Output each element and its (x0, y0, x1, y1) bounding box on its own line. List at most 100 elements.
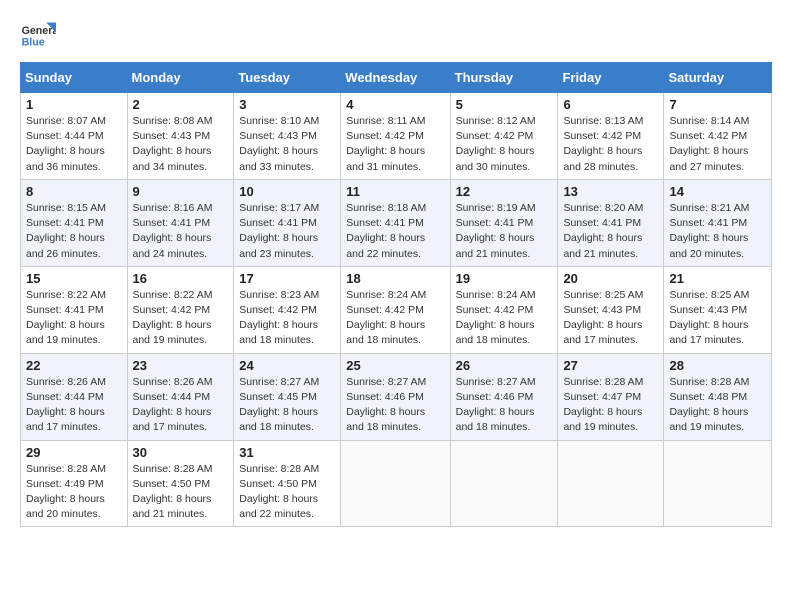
calendar-cell: 22Sunrise: 8:26 AM Sunset: 4:44 PM Dayli… (21, 353, 128, 440)
day-number: 10 (239, 184, 335, 199)
day-number: 29 (26, 445, 122, 460)
day-number: 11 (346, 184, 444, 199)
calendar-cell: 24Sunrise: 8:27 AM Sunset: 4:45 PM Dayli… (234, 353, 341, 440)
day-number: 5 (456, 97, 553, 112)
cell-details: Sunrise: 8:19 AM Sunset: 4:41 PM Dayligh… (456, 201, 553, 262)
day-number: 21 (669, 271, 766, 286)
calendar-cell: 29 Sunrise: 8:28 AM Sunset: 4:49 PM Dayli… (21, 440, 128, 527)
calendar-header-wednesday: Wednesday (341, 63, 450, 93)
calendar-header-sunday: Sunday (21, 63, 128, 93)
calendar-cell: 16Sunrise: 8:22 AM Sunset: 4:42 PM Dayli… (127, 266, 234, 353)
calendar-cell: 10 Sunrise: 8:17 AM Sunset: 4:41 PM Dayli… (234, 179, 341, 266)
cell-details: Sunrise: 8:22 AM Sunset: 4:42 PM Dayligh… (133, 288, 229, 349)
cell-details: Sunrise: 8:26 AM Sunset: 4:44 PM Dayligh… (133, 375, 229, 436)
cell-details: Sunrise: 8:18 AM Sunset: 4:41 PM Dayligh… (346, 201, 444, 262)
cell-details: Sunrise: 8:25 AM Sunset: 4:43 PM Dayligh… (563, 288, 658, 349)
day-number: 25 (346, 358, 444, 373)
calendar-cell: 8 Sunrise: 8:15 AM Sunset: 4:41 PM Daylig… (21, 179, 128, 266)
calendar-week-row: 8 Sunrise: 8:15 AM Sunset: 4:41 PM Daylig… (21, 179, 772, 266)
calendar-cell (341, 440, 450, 527)
header: General Blue (20, 16, 772, 52)
logo: General Blue (20, 16, 56, 52)
cell-details: Sunrise: 8:28 AM Sunset: 4:47 PM Dayligh… (563, 375, 658, 436)
cell-details: Sunrise: 8:28 AM Sunset: 4:50 PM Dayligh… (239, 462, 335, 523)
day-number: 3 (239, 97, 335, 112)
cell-details: Sunrise: 8:22 AM Sunset: 4:41 PM Dayligh… (26, 288, 122, 349)
calendar-cell: 15 Sunrise: 8:22 AM Sunset: 4:41 PM Dayli… (21, 266, 128, 353)
cell-details: Sunrise: 8:28 AM Sunset: 4:50 PM Dayligh… (133, 462, 229, 523)
calendar-week-row: 1 Sunrise: 8:07 AM Sunset: 4:44 PM Daylig… (21, 93, 772, 180)
cell-details: Sunrise: 8:14 AM Sunset: 4:42 PM Dayligh… (669, 114, 766, 175)
day-number: 2 (133, 97, 229, 112)
day-number: 12 (456, 184, 553, 199)
calendar-cell: 23 Sunrise: 8:26 AM Sunset: 4:44 PM Dayli… (127, 353, 234, 440)
day-number: 20 (563, 271, 658, 286)
day-number: 1 (26, 97, 122, 112)
day-number: 31 (239, 445, 335, 460)
calendar-cell: 14 Sunrise: 8:21 AM Sunset: 4:41 PM Dayli… (664, 179, 772, 266)
day-number: 14 (669, 184, 766, 199)
cell-details: Sunrise: 8:10 AM Sunset: 4:43 PM Dayligh… (239, 114, 335, 175)
day-number: 23 (133, 358, 229, 373)
calendar-cell: 6Sunrise: 8:13 AM Sunset: 4:42 PM Daylig… (558, 93, 664, 180)
calendar-cell: 20 Sunrise: 8:25 AM Sunset: 4:43 PM Dayli… (558, 266, 664, 353)
day-number: 30 (133, 445, 229, 460)
day-number: 19 (456, 271, 553, 286)
day-number: 26 (456, 358, 553, 373)
cell-details: Sunrise: 8:08 AM Sunset: 4:43 PM Dayligh… (133, 114, 229, 175)
day-number: 13 (563, 184, 658, 199)
day-number: 4 (346, 97, 444, 112)
day-number: 15 (26, 271, 122, 286)
calendar-cell: 9 Sunrise: 8:16 AM Sunset: 4:41 PM Daylig… (127, 179, 234, 266)
cell-details: Sunrise: 8:23 AM Sunset: 4:42 PM Dayligh… (239, 288, 335, 349)
day-number: 17 (239, 271, 335, 286)
calendar-cell: 7Sunrise: 8:14 AM Sunset: 4:42 PM Daylig… (664, 93, 772, 180)
calendar-cell: 11 Sunrise: 8:18 AM Sunset: 4:41 PM Dayli… (341, 179, 450, 266)
calendar-cell: 19Sunrise: 8:24 AM Sunset: 4:42 PM Dayli… (450, 266, 558, 353)
cell-details: Sunrise: 8:27 AM Sunset: 4:46 PM Dayligh… (456, 375, 553, 436)
calendar-week-row: 29 Sunrise: 8:28 AM Sunset: 4:49 PM Dayli… (21, 440, 772, 527)
calendar-table: SundayMondayTuesdayWednesdayThursdayFrid… (20, 62, 772, 527)
calendar-cell (664, 440, 772, 527)
cell-details: Sunrise: 8:17 AM Sunset: 4:41 PM Dayligh… (239, 201, 335, 262)
cell-details: Sunrise: 8:28 AM Sunset: 4:49 PM Dayligh… (26, 462, 122, 523)
calendar-cell: 21 Sunrise: 8:25 AM Sunset: 4:43 PM Dayli… (664, 266, 772, 353)
calendar-week-row: 15 Sunrise: 8:22 AM Sunset: 4:41 PM Dayli… (21, 266, 772, 353)
calendar-cell: 4Sunrise: 8:11 AM Sunset: 4:42 PM Daylig… (341, 93, 450, 180)
calendar-cell: 13 Sunrise: 8:20 AM Sunset: 4:41 PM Dayli… (558, 179, 664, 266)
calendar-header-thursday: Thursday (450, 63, 558, 93)
calendar-cell: 3 Sunrise: 8:10 AM Sunset: 4:43 PM Daylig… (234, 93, 341, 180)
calendar-cell: 17 Sunrise: 8:23 AM Sunset: 4:42 PM Dayli… (234, 266, 341, 353)
calendar-cell: 25 Sunrise: 8:27 AM Sunset: 4:46 PM Dayli… (341, 353, 450, 440)
cell-details: Sunrise: 8:20 AM Sunset: 4:41 PM Dayligh… (563, 201, 658, 262)
cell-details: Sunrise: 8:07 AM Sunset: 4:44 PM Dayligh… (26, 114, 122, 175)
cell-details: Sunrise: 8:26 AM Sunset: 4:44 PM Dayligh… (26, 375, 122, 436)
day-number: 9 (133, 184, 229, 199)
calendar-cell: 12 Sunrise: 8:19 AM Sunset: 4:41 PM Dayli… (450, 179, 558, 266)
cell-details: Sunrise: 8:13 AM Sunset: 4:42 PM Dayligh… (563, 114, 658, 175)
calendar-cell: 26 Sunrise: 8:27 AM Sunset: 4:46 PM Dayli… (450, 353, 558, 440)
cell-details: Sunrise: 8:15 AM Sunset: 4:41 PM Dayligh… (26, 201, 122, 262)
calendar-cell: 27 Sunrise: 8:28 AM Sunset: 4:47 PM Dayli… (558, 353, 664, 440)
calendar-cell: 30 Sunrise: 8:28 AM Sunset: 4:50 PM Dayli… (127, 440, 234, 527)
calendar-cell: 28Sunrise: 8:28 AM Sunset: 4:48 PM Dayli… (664, 353, 772, 440)
calendar-header-monday: Monday (127, 63, 234, 93)
calendar-cell: 18 Sunrise: 8:24 AM Sunset: 4:42 PM Dayli… (341, 266, 450, 353)
calendar-header-friday: Friday (558, 63, 664, 93)
cell-details: Sunrise: 8:21 AM Sunset: 4:41 PM Dayligh… (669, 201, 766, 262)
day-number: 8 (26, 184, 122, 199)
cell-details: Sunrise: 8:24 AM Sunset: 4:42 PM Dayligh… (346, 288, 444, 349)
calendar-cell: 1 Sunrise: 8:07 AM Sunset: 4:44 PM Daylig… (21, 93, 128, 180)
calendar-week-row: 22Sunrise: 8:26 AM Sunset: 4:44 PM Dayli… (21, 353, 772, 440)
cell-details: Sunrise: 8:25 AM Sunset: 4:43 PM Dayligh… (669, 288, 766, 349)
day-number: 28 (669, 358, 766, 373)
calendar-header-row: SundayMondayTuesdayWednesdayThursdayFrid… (21, 63, 772, 93)
day-number: 18 (346, 271, 444, 286)
day-number: 27 (563, 358, 658, 373)
cell-details: Sunrise: 8:16 AM Sunset: 4:41 PM Dayligh… (133, 201, 229, 262)
calendar-header-saturday: Saturday (664, 63, 772, 93)
svg-text:Blue: Blue (22, 36, 45, 48)
cell-details: Sunrise: 8:27 AM Sunset: 4:45 PM Dayligh… (239, 375, 335, 436)
logo-icon: General Blue (20, 16, 56, 52)
cell-details: Sunrise: 8:27 AM Sunset: 4:46 PM Dayligh… (346, 375, 444, 436)
